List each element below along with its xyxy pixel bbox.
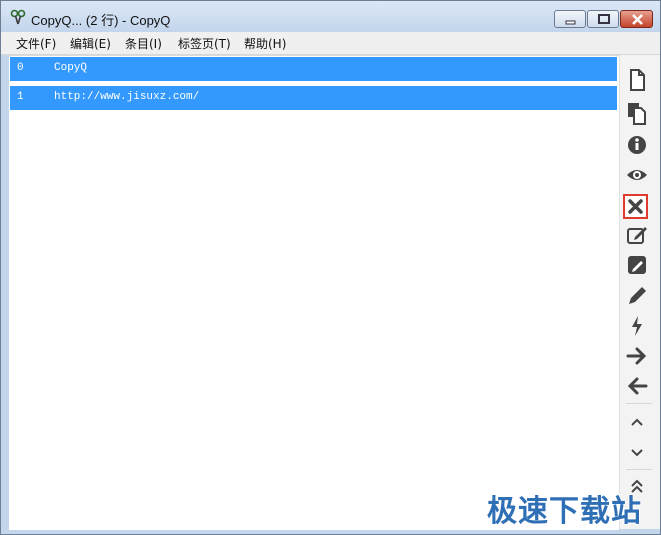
info-button[interactable] — [624, 132, 650, 158]
menu-bar: 文件(F) 编辑(E) 条目(I) 标签页(T) 帮助(H) — [1, 32, 660, 55]
window-title: CopyQ... (2 行) - CopyQ — [31, 13, 171, 28]
pencil-icon — [629, 287, 646, 304]
new-item-button[interactable] — [624, 67, 650, 93]
menu-file[interactable]: 文件(F) — [16, 35, 56, 52]
maximize-button[interactable] — [587, 10, 619, 28]
move-down-button[interactable] — [624, 439, 650, 465]
edit-external-button[interactable] — [624, 222, 650, 248]
item-index: 1 — [17, 91, 24, 103]
title-bar[interactable]: CopyQ... (2 行) - CopyQ — [1, 1, 660, 32]
edit-button[interactable] — [624, 283, 650, 309]
edit-notes-button[interactable] — [624, 252, 650, 278]
close-button[interactable] — [620, 10, 653, 28]
minimize-icon — [565, 20, 576, 25]
lightning-icon — [632, 316, 642, 336]
eye-icon — [627, 170, 647, 180]
list-item[interactable]: 1 http://www.jisuxz.com/ — [10, 86, 617, 110]
copy-icon — [628, 103, 646, 125]
action-button[interactable] — [624, 313, 650, 339]
close-icon — [632, 14, 643, 25]
info-icon — [628, 136, 646, 154]
item-text: http://www.jisuxz.com/ — [54, 91, 200, 103]
arrow-left-icon — [627, 377, 648, 395]
chevron-down-icon — [631, 449, 643, 457]
menu-item[interactable]: 条目(I) — [125, 35, 162, 52]
maximize-icon — [598, 14, 610, 24]
menu-tabs[interactable]: 标签页(T) — [178, 35, 231, 52]
edit-external-icon — [627, 227, 647, 244]
previous-tab-button[interactable] — [624, 373, 650, 399]
list-item[interactable]: 0 CopyQ — [10, 57, 617, 81]
next-tab-button[interactable] — [624, 343, 650, 369]
show-content-button[interactable] — [624, 162, 650, 188]
copyq-app-icon — [10, 9, 26, 25]
clipboard-list[interactable]: 0 CopyQ 1 http://www.jisuxz.com/ — [9, 55, 619, 530]
delete-button[interactable] — [623, 194, 648, 219]
item-text: CopyQ — [54, 62, 88, 74]
chevron-up-icon — [631, 418, 643, 426]
arrow-right-icon — [626, 347, 647, 365]
move-up-button[interactable] — [624, 409, 650, 435]
copy-button[interactable] — [624, 100, 650, 126]
item-index: 0 — [17, 62, 24, 74]
minimize-button[interactable] — [554, 10, 586, 28]
menu-help[interactable]: 帮助(H) — [244, 35, 286, 52]
new-item-icon — [630, 69, 645, 91]
app-window: CopyQ... (2 行) - CopyQ 文件(F) 编辑(E) 条目(I)… — [0, 0, 661, 535]
toolbar-separator — [626, 469, 652, 470]
edit-notes-icon — [628, 256, 646, 274]
watermark-text: 极速下载站 — [487, 494, 642, 529]
delete-icon — [628, 199, 643, 214]
toolbar-separator — [626, 403, 652, 404]
menu-edit[interactable]: 编辑(E) — [70, 35, 111, 52]
item-toolbar — [619, 55, 660, 529]
